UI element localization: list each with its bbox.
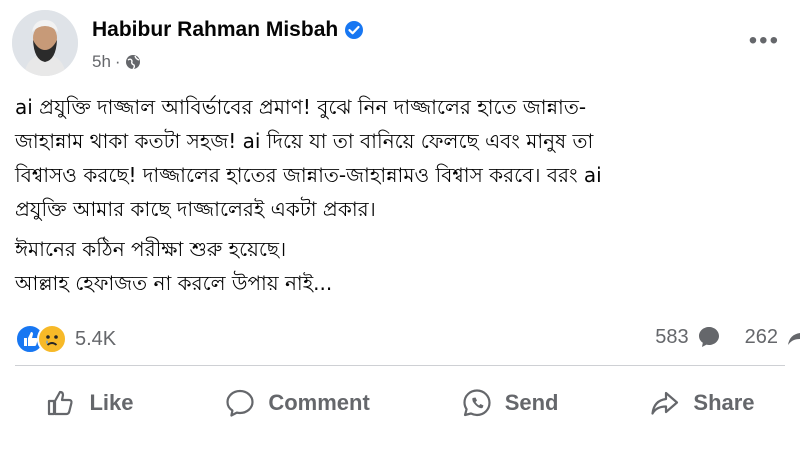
share-button[interactable]: Share [633, 381, 770, 425]
share-count[interactable]: 262 [745, 325, 800, 349]
author-name-text[interactable]: Habibur Rahman Misbah [92, 18, 338, 42]
reaction-count[interactable]: 5.4K [75, 328, 116, 351]
meta-separator: · [114, 52, 121, 71]
comment-icon [226, 389, 254, 417]
sad-reaction-icon [37, 324, 67, 354]
post-meta: 5h · [92, 52, 141, 72]
globe-icon[interactable] [125, 54, 141, 70]
comment-count-text[interactable]: 583 [655, 326, 688, 349]
author-name[interactable]: Habibur Rahman Misbah [92, 18, 364, 42]
share-icon [651, 391, 679, 415]
more-icon[interactable]: ••• [749, 29, 780, 53]
share-count-text[interactable]: 262 [745, 326, 778, 349]
comment-count-icon [698, 327, 719, 347]
action-bar: Like Comment Send Share [0, 378, 800, 428]
like-button[interactable]: Like [29, 381, 149, 425]
send-icon [463, 389, 491, 417]
like-label[interactable]: Like [89, 390, 133, 416]
share-label[interactable]: Share [693, 390, 754, 416]
engagement-counts: 583 262 [641, 325, 800, 349]
comment-button[interactable]: Comment [208, 381, 385, 425]
post-stats: 5.4K 583 262 [15, 322, 800, 358]
post-paragraph-1: ai প্রযুক্তি দাজ্জাল আবির্ভাবের প্রমাণ! … [15, 95, 602, 221]
post-text: ai প্রযুক্তি দাজ্জাল আবির্ভাবের প্রমাণ! … [15, 90, 790, 300]
avatar[interactable] [12, 10, 78, 76]
send-button[interactable]: Send [445, 381, 575, 425]
reaction-summary[interactable]: 5.4K [15, 324, 116, 354]
like-icon [48, 390, 74, 416]
send-label[interactable]: Send [505, 390, 559, 416]
post-paragraph-2: ঈমানের কঠিন পরীক্ষা শুরু হয়েছে। আল্লাহ … [15, 237, 333, 295]
divider [15, 365, 785, 366]
post-time[interactable]: 5h [92, 52, 111, 72]
comment-count[interactable]: 583 [655, 325, 720, 349]
verified-icon [345, 21, 364, 39]
share-count-icon [788, 329, 800, 345]
post-header: Habibur Rahman Misbah 5h · ••• [12, 10, 788, 80]
comment-label[interactable]: Comment [268, 390, 369, 416]
